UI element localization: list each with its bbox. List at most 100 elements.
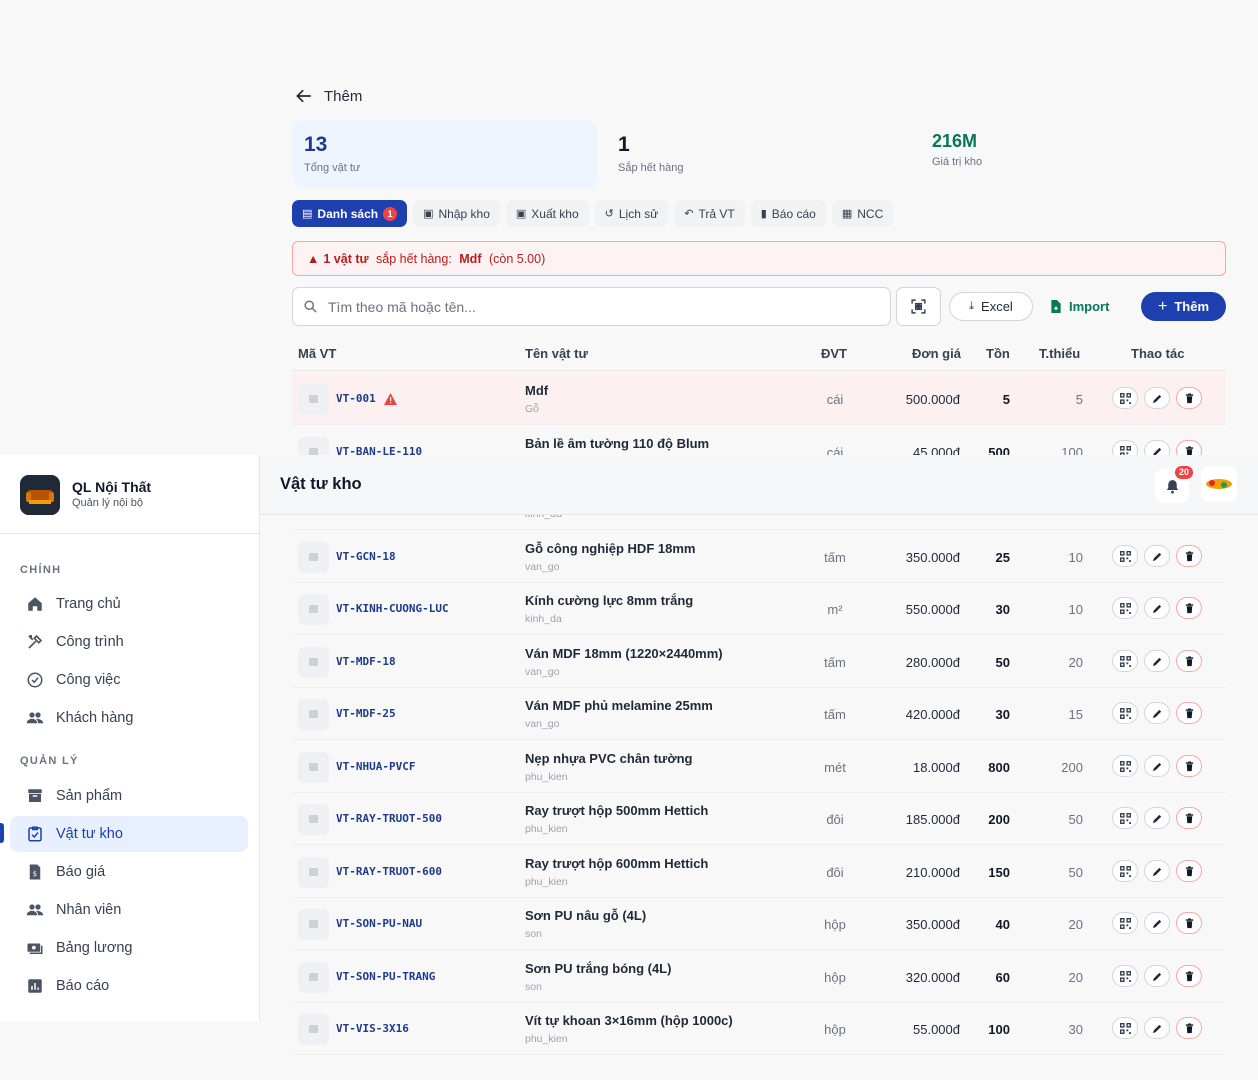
- item-code-text: VT-SON-PU-TRANG: [336, 970, 436, 983]
- edit-button[interactable]: [1144, 965, 1170, 987]
- download-icon: ⤓: [969, 300, 975, 312]
- table-row[interactable]: VT-SON-PU-NAU Sơn PU nâu gỗ (4L) son hộp 350…: [292, 897, 1226, 950]
- qr-button[interactable]: [1112, 807, 1138, 829]
- user-avatar[interactable]: [1201, 466, 1237, 502]
- bar-chart-icon: ▮: [760, 208, 767, 220]
- sidebar-item-payroll[interactable]: Bảng lương: [10, 930, 248, 966]
- qr-button[interactable]: [1112, 387, 1138, 409]
- item-price: 210.000đ: [905, 865, 960, 880]
- item-min-stock: 30: [1068, 1022, 1083, 1037]
- inbox-in-icon: ▣: [423, 208, 434, 220]
- qr-button[interactable]: [1112, 912, 1138, 934]
- qr-scan-button[interactable]: [896, 287, 941, 326]
- item-stock: 100: [988, 1022, 1010, 1037]
- col-min: T.thiểu: [1039, 346, 1081, 361]
- item-name: Bản lề âm tường 110 độ Blum: [525, 436, 710, 451]
- table-row[interactable]: VT-RAY-TRUOT-500 Ray trượt hộp 500mm Hett…: [292, 792, 1226, 845]
- delete-button[interactable]: [1176, 545, 1202, 567]
- delete-button[interactable]: [1176, 597, 1202, 619]
- sidebar-item-projects[interactable]: Công trình: [10, 624, 248, 660]
- search-input[interactable]: [328, 298, 868, 315]
- qr-button[interactable]: [1112, 650, 1138, 672]
- tab-import[interactable]: ▣ Nhập kho: [413, 200, 500, 227]
- delete-button[interactable]: [1176, 702, 1202, 724]
- qr-button[interactable]: [1112, 702, 1138, 724]
- table-row[interactable]: VT-001 Mdf Gỗ cái 500.000đ 5 5: [292, 372, 1226, 425]
- qr-button[interactable]: [1112, 860, 1138, 882]
- trash-icon: [1185, 392, 1193, 403]
- edit-button[interactable]: [1144, 912, 1170, 934]
- item-code: VT-SON-PU-NAU: [336, 917, 422, 930]
- edit-button[interactable]: [1144, 1017, 1170, 1039]
- delete-button[interactable]: [1176, 912, 1202, 934]
- edit-button[interactable]: [1144, 545, 1170, 567]
- tab-return[interactable]: ↶ Trả VT: [674, 200, 745, 227]
- sidebar-item-products[interactable]: Sản phẩm: [10, 778, 248, 814]
- pencil-icon: [1152, 919, 1161, 928]
- app-logo: [20, 475, 60, 515]
- qr-code-icon: [1119, 707, 1131, 719]
- item-name: Mdf: [525, 383, 549, 398]
- qr-code-icon: [1119, 655, 1131, 667]
- table-row[interactable]: VT-VIS-3X16 Vít tự khoan 3×16mm (hộp 1000…: [292, 1002, 1226, 1055]
- qr-button[interactable]: [1112, 545, 1138, 567]
- sidebar-item-staff[interactable]: Nhân viên: [10, 892, 248, 928]
- table-row[interactable]: VT-RAY-TRUOT-600 Ray trượt hộp 600mm Hett…: [292, 845, 1226, 898]
- table-row[interactable]: VT-GCN-18 Gỗ công nghiệp HDF 18mm van_go tấ…: [292, 530, 1226, 583]
- sidebar-item-customers[interactable]: Khách hàng: [10, 700, 248, 736]
- qr-button[interactable]: [1112, 597, 1138, 619]
- import-button[interactable]: Import: [1050, 292, 1124, 321]
- row-actions: [1112, 1017, 1202, 1039]
- table-row[interactable]: VT-MDF-25 Ván MDF phủ melamine 25mm van_go…: [292, 687, 1226, 740]
- sidebar-item-label: Công trình: [56, 634, 124, 650]
- qr-button[interactable]: [1112, 965, 1138, 987]
- bell-icon: [1166, 479, 1178, 494]
- section-manage: QUẢN LÝ: [20, 755, 79, 767]
- tab-report[interactable]: ▮ Báo cáo: [750, 200, 826, 227]
- excel-button[interactable]: ⤓ Excel: [949, 292, 1033, 321]
- sidebar-item-home[interactable]: Trang chủ: [10, 586, 248, 622]
- item-price: 420.000đ: [905, 707, 960, 722]
- edit-button[interactable]: [1144, 860, 1170, 882]
- sidebar-item-inventory[interactable]: Vật tư kho: [10, 816, 248, 852]
- delete-button[interactable]: [1176, 860, 1202, 882]
- delete-button[interactable]: [1176, 755, 1202, 777]
- table-row[interactable]: VT-KINH-CUONG-LUC Kính cường lực 8mm trắn…: [292, 582, 1226, 635]
- sidebar-item-reports[interactable]: Báo cáo: [10, 968, 248, 1004]
- tab-export[interactable]: ▣ Xuất kho: [505, 200, 589, 227]
- notification-button[interactable]: 20: [1155, 466, 1193, 503]
- qr-button[interactable]: [1112, 755, 1138, 777]
- add-item-button[interactable]: + Thêm: [1141, 292, 1226, 321]
- delete-button[interactable]: [1176, 650, 1202, 672]
- table-row[interactable]: VT-NHUA-PVCF Nẹp nhựa PVC chân tường phu_k…: [292, 740, 1226, 793]
- tab-supplier[interactable]: ▦ NCC: [831, 200, 894, 227]
- delete-button[interactable]: [1176, 807, 1202, 829]
- edit-button[interactable]: [1144, 387, 1170, 409]
- back-button[interactable]: Thêm: [294, 86, 362, 106]
- edit-button[interactable]: [1144, 807, 1170, 829]
- item-category: van_go: [525, 718, 560, 730]
- edit-button[interactable]: [1144, 702, 1170, 724]
- table-row[interactable]: VT-MDF-18 Ván MDF 18mm (1220×2440mm) van_g…: [292, 635, 1226, 688]
- trash-icon: [1185, 970, 1193, 981]
- delete-button[interactable]: [1176, 1017, 1202, 1039]
- item-thumbnail: [298, 699, 329, 730]
- table-row[interactable]: VT-SON-PU-TRANG Sơn PU trắng bóng (4L) son…: [292, 950, 1226, 1003]
- history-icon: ↺: [604, 208, 614, 220]
- app-name: QL Nội Thất: [72, 479, 152, 495]
- tab-list[interactable]: ▤ Danh sách 1: [292, 200, 408, 227]
- edit-button[interactable]: [1144, 755, 1170, 777]
- item-price: 18.000đ: [913, 760, 960, 775]
- qr-button[interactable]: [1112, 1017, 1138, 1039]
- delete-button[interactable]: [1176, 387, 1202, 409]
- edit-button[interactable]: [1144, 650, 1170, 672]
- sidebar-item-quotes[interactable]: $ Báo giá: [10, 854, 248, 890]
- undo-icon: ↶: [684, 208, 694, 220]
- delete-button[interactable]: [1176, 965, 1202, 987]
- item-stock: 25: [995, 550, 1010, 565]
- clipboard-check-icon: [28, 826, 42, 842]
- tab-history[interactable]: ↺ Lịch sử: [594, 200, 669, 227]
- edit-button[interactable]: [1144, 597, 1170, 619]
- sidebar-item-tasks[interactable]: Công việc: [10, 662, 248, 698]
- toolbar: ⤓ Excel Import + Thêm: [292, 287, 1226, 326]
